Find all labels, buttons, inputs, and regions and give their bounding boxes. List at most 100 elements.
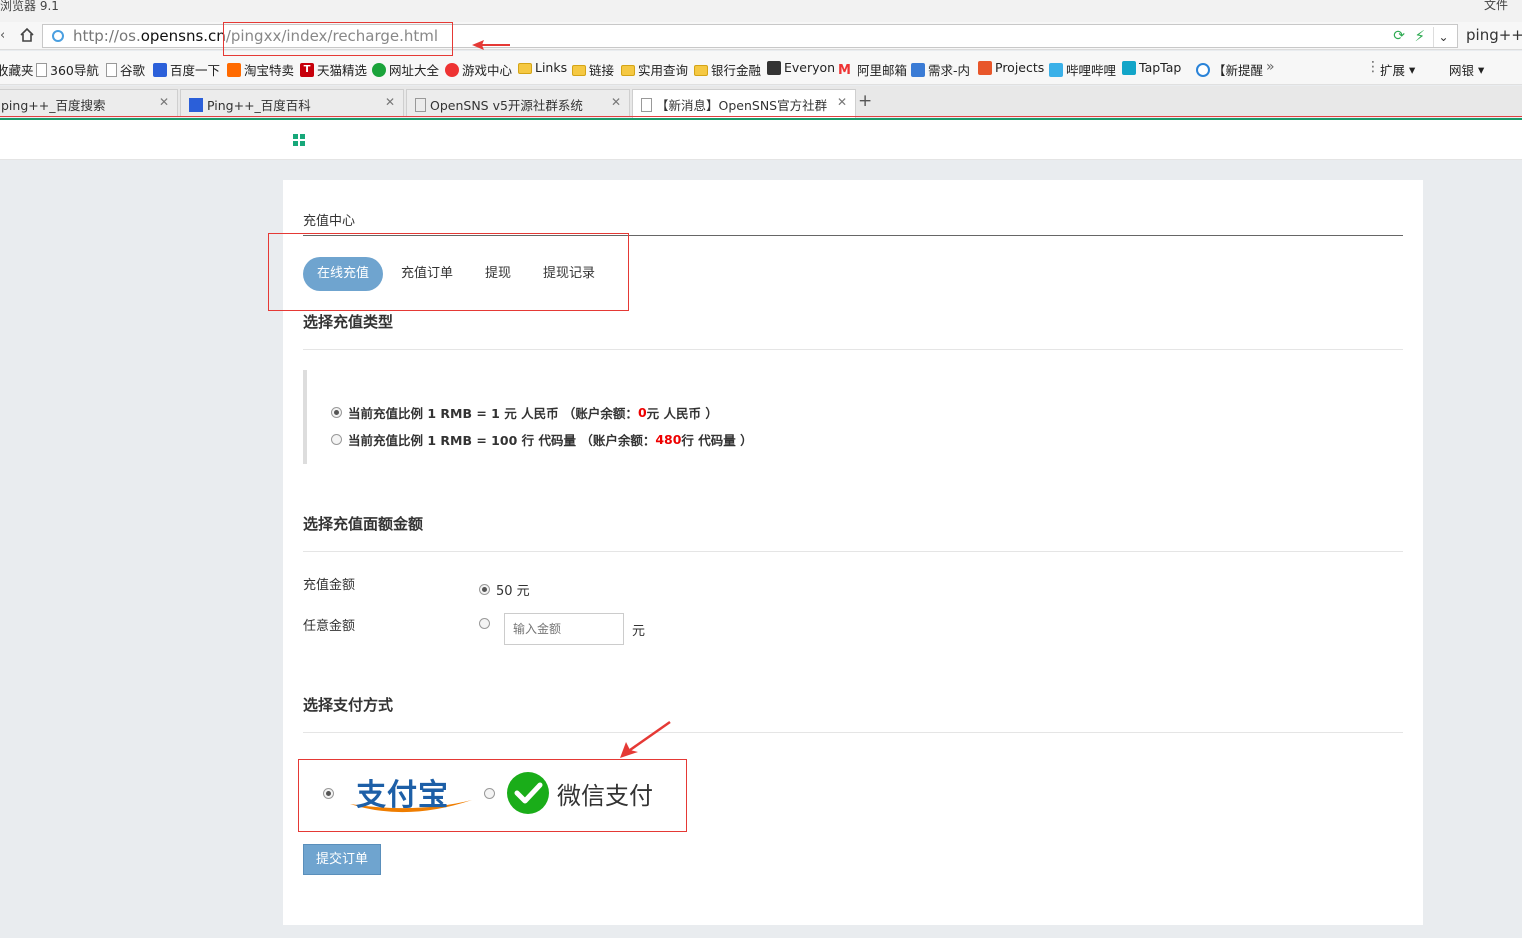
url-dropdown-icon[interactable]: ⌄ — [1433, 27, 1453, 47]
close-icon[interactable]: ✕ — [159, 95, 169, 109]
radio-amount-50[interactable] — [479, 584, 490, 595]
balance-value: 480 — [655, 432, 682, 447]
bookmark-google[interactable]: 谷歌 — [106, 60, 145, 79]
close-icon[interactable]: ✕ — [611, 95, 621, 109]
speed-mode-icon[interactable]: ⚡ — [1414, 27, 1425, 45]
folder-icon — [572, 65, 586, 76]
tmall-icon: T — [300, 62, 314, 77]
bookmark-query[interactable]: 实用查询 — [621, 60, 688, 79]
amount-option-text: 50 元 — [496, 584, 530, 599]
bookmark-lianjie[interactable]: 链接 — [572, 60, 614, 79]
section-divider — [303, 732, 1403, 733]
circle-icon — [1196, 62, 1210, 77]
ratio-suffix: 元 人民币 ） — [646, 406, 718, 421]
bookmark-game[interactable]: 游戏中心 — [445, 60, 512, 79]
tab-opensns-community[interactable]: 【新消息】OpenSNS官方社群 ✕ — [632, 89, 856, 118]
annotation-line — [0, 116, 1522, 117]
ratio-text: 当前充值比例 1 RMB = 100 行 代码量 （账户余额： — [348, 433, 656, 448]
close-icon[interactable]: ✕ — [837, 95, 847, 109]
ratio-option-rmb[interactable]: 当前充值比例 1 RMB = 1 元 人民币 （账户余额： 0 元 人民币 ） — [331, 403, 718, 422]
custom-amount-input[interactable] — [504, 613, 624, 645]
taobao-icon — [227, 62, 241, 77]
baidu-icon — [189, 98, 203, 112]
page-icon — [36, 62, 47, 77]
radio-rmb[interactable] — [331, 407, 342, 418]
bookmark-alimail[interactable]: M 阿里邮箱 — [838, 60, 907, 79]
section-amount: 选择充值面额金额 — [303, 515, 424, 533]
back-icon[interactable]: ‹ — [0, 28, 5, 43]
site-header — [0, 120, 1522, 160]
ratio-text: 当前充值比例 1 RMB = 1 元 人民币 （账户余额： — [348, 406, 638, 421]
bookmarks-bar: 收藏夹 360导航 谷歌 百度一下 淘宝特卖 T 天猫精选 网址大全 游戏中心 L… — [0, 51, 1522, 85]
tab-opensns[interactable]: OpenSNS v5开源社群系统 ✕ — [406, 89, 630, 117]
nav-icon — [372, 62, 386, 77]
section-recharge-type: 选择充值类型 — [303, 313, 394, 331]
ratio-suffix: 行 代码量 ） — [681, 433, 753, 448]
custom-amount-label: 任意金额 — [303, 619, 356, 634]
tab-label: Ping++_百度百科 — [207, 98, 311, 113]
tab-bar: ping++_百度搜索 ✕ Ping++_百度百科 ✕ OpenSNS v5开源… — [0, 86, 1522, 118]
bookmark-reminder[interactable]: 【新提醒 — [1196, 60, 1263, 79]
bookmark-tmall[interactable]: T 天猫精选 — [300, 60, 367, 79]
taptap-icon — [1122, 60, 1136, 75]
folder-icon — [694, 65, 708, 76]
custom-amount-option[interactable] — [479, 618, 496, 629]
page-info-icon[interactable] — [52, 30, 64, 42]
bookmark-favorites[interactable]: 收藏夹 — [0, 60, 34, 79]
annotation-url-box — [223, 22, 453, 56]
everyon-icon — [767, 60, 781, 75]
bookmark-links[interactable]: Links — [518, 60, 567, 75]
file-menu[interactable]: 文件 — [1484, 0, 1508, 13]
bookmark-demand[interactable]: 需求-内 — [911, 60, 970, 79]
bookmark-bilibili[interactable]: 哔哩哔哩 — [1049, 60, 1116, 79]
refresh-icon[interactable]: ⟳ — [1393, 28, 1405, 44]
home-icon[interactable] — [18, 26, 36, 44]
bookmark-360[interactable]: 360导航 — [36, 60, 99, 79]
tab-baidu-baike[interactable]: Ping++_百度百科 ✕ — [180, 89, 404, 117]
tab-label: OpenSNS v5开源社群系统 — [430, 98, 583, 113]
bookmark-taptap[interactable]: TapTap — [1122, 60, 1181, 75]
section-payment: 选择支付方式 — [303, 696, 394, 714]
page-title: 充值中心 — [303, 214, 356, 229]
annotation-arrow-icon — [472, 40, 510, 50]
page-icon — [415, 98, 426, 112]
radio-custom-amount[interactable] — [479, 618, 490, 629]
gitlab-icon — [978, 60, 992, 75]
bookmark-taobao[interactable]: 淘宝特卖 — [227, 60, 294, 79]
tab-label: 【新消息】OpenSNS官方社群 — [656, 98, 828, 113]
section-divider — [303, 349, 1403, 350]
annotation-tabs-box — [268, 233, 629, 311]
bookmark-everyon[interactable]: Everyon — [767, 60, 835, 75]
bookmark-baidu[interactable]: 百度一下 — [153, 60, 220, 79]
game-icon — [445, 62, 459, 77]
new-tab-icon[interactable]: + — [858, 91, 872, 111]
netbank-button[interactable]: 网银 ▾ — [1449, 60, 1484, 79]
folder-icon — [621, 65, 635, 76]
drag-handle-icon: ⋮ — [1366, 59, 1380, 75]
more-bookmarks-icon[interactable]: » — [1266, 59, 1275, 75]
window-title: 浏览器 9.1 — [0, 0, 59, 13]
bookmark-bank[interactable]: 银行金融 — [694, 60, 761, 79]
app-grid-icon[interactable] — [293, 134, 305, 146]
radio-code[interactable] — [331, 434, 342, 445]
bookmark-nav[interactable]: 网址大全 — [372, 60, 439, 79]
custom-amount-unit: 元 — [632, 624, 646, 639]
close-icon[interactable]: ✕ — [385, 95, 395, 109]
extensions-button[interactable]: 扩展 ▾ — [1380, 60, 1415, 79]
wave-icon — [911, 62, 925, 77]
tab-baidu-search[interactable]: ping++_百度搜索 ✕ — [0, 89, 178, 117]
baidu-icon — [153, 62, 167, 77]
annotation-arrow-icon — [620, 720, 671, 758]
folder-icon — [518, 63, 532, 74]
submit-order-button[interactable]: 提交订单 — [303, 844, 381, 875]
page-icon — [106, 62, 117, 77]
recharge-type-options: 当前充值比例 1 RMB = 1 元 人民币 （账户余额： 0 元 人民币 ） 当… — [303, 370, 1003, 464]
window-titlebar: 浏览器 9.1 文件 — [0, 0, 1522, 22]
ratio-option-code[interactable]: 当前充值比例 1 RMB = 100 行 代码量 （账户余额： 480 行 代码量… — [331, 430, 753, 449]
bookmark-projects[interactable]: Projects — [978, 60, 1044, 75]
amount-label: 充值金额 — [303, 578, 356, 593]
tab-label: ping++_百度搜索 — [1, 98, 106, 113]
amount-option-50[interactable]: 50 元 — [479, 580, 530, 599]
bilibili-icon — [1049, 62, 1063, 77]
search-box[interactable]: ping++ — [1460, 24, 1522, 48]
